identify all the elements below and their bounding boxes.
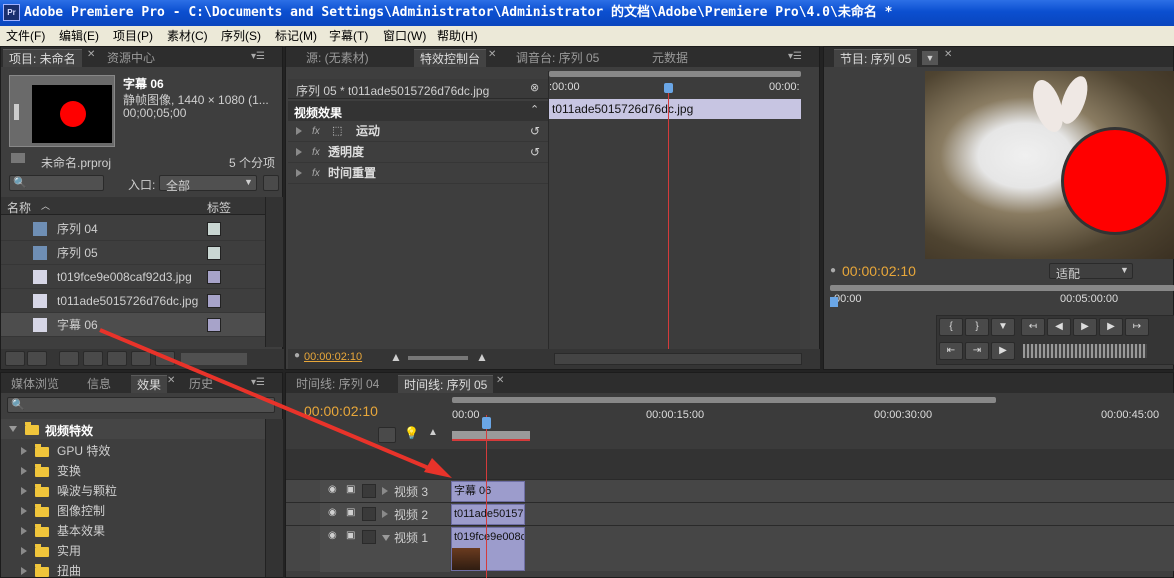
annotation-arrow [99, 328, 452, 478]
annotation-arrow-line [99, 328, 439, 474]
annotation-arrow-head [424, 458, 452, 478]
